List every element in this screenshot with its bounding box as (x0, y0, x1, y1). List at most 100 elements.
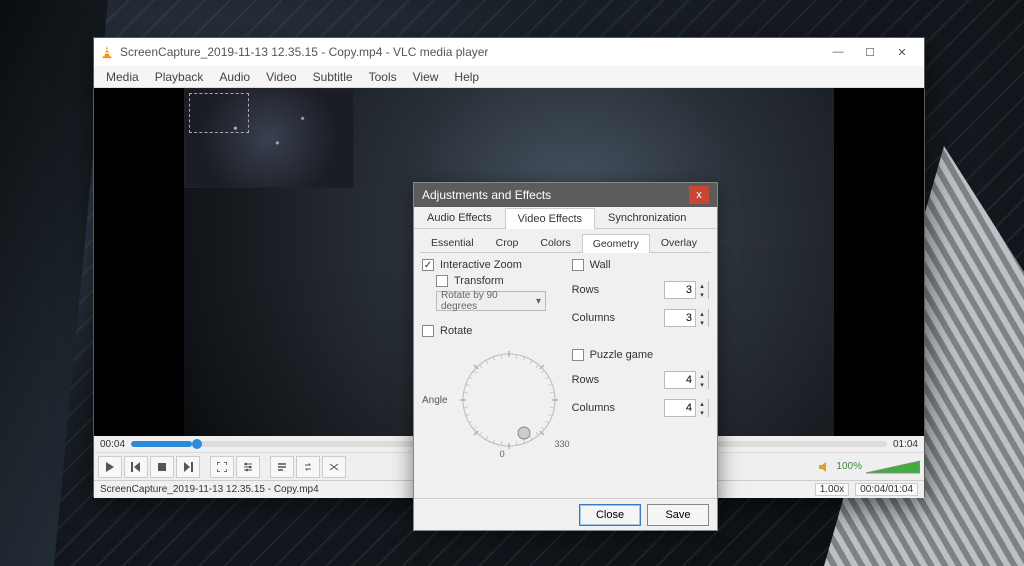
dialog-save-btn[interactable]: Save (647, 504, 709, 526)
subtab-colors[interactable]: Colors (529, 233, 581, 252)
spinner-down-icon[interactable]: ▾ (696, 380, 708, 389)
tab-synchronization[interactable]: Synchronization (595, 207, 699, 228)
angle-dial[interactable]: 0 330 (454, 345, 564, 455)
playlist-button[interactable] (270, 456, 294, 478)
sliders-icon (243, 462, 253, 472)
menu-view[interactable]: View (405, 68, 447, 86)
puzzle-columns-input[interactable] (665, 402, 695, 414)
angle-label: Angle (422, 395, 448, 406)
video-effects-subtabs: Essential Crop Colors Geometry Overlay A… (420, 233, 711, 253)
transform-label: Transform (454, 275, 504, 287)
subtab-crop[interactable]: Crop (485, 233, 530, 252)
interactive-zoom-checkbox[interactable]: ✓ Interactive Zoom (422, 259, 564, 271)
wall-rows-input[interactable] (665, 284, 695, 296)
subtab-overlay[interactable]: Overlay (650, 233, 708, 252)
checkbox-checked-icon: ✓ (422, 259, 434, 271)
loop-button[interactable] (296, 456, 320, 478)
window-title: ScreenCapture_2019-11-13 12.35.15 - Copy… (120, 45, 822, 59)
next-button[interactable] (176, 456, 200, 478)
fullscreen-icon (217, 462, 227, 472)
subtab-essential[interactable]: Essential (420, 233, 485, 252)
spinner-down-icon[interactable]: ▾ (696, 290, 708, 299)
puzzle-columns-label: Columns (572, 402, 615, 414)
puzzle-rows-spinner[interactable]: ▴▾ (664, 371, 709, 389)
spinner-down-icon[interactable]: ▾ (696, 408, 708, 417)
checkbox-empty-icon (436, 275, 448, 287)
menu-audio[interactable]: Audio (211, 68, 258, 86)
vlc-cone-icon (100, 45, 114, 59)
menu-media[interactable]: Media (98, 68, 147, 86)
fullscreen-button[interactable] (210, 456, 234, 478)
time-total[interactable]: 01:04 (893, 439, 918, 450)
spinner-up-icon[interactable]: ▴ (696, 281, 708, 290)
wall-rows-label: Rows (572, 284, 600, 296)
play-icon (105, 462, 115, 472)
adjustments-effects-dialog: Adjustments and Effects x Audio Effects … (413, 182, 718, 531)
dialog-body: ✓ Interactive Zoom Transform Rotate by 9… (414, 253, 717, 511)
puzzle-game-checkbox[interactable]: Puzzle game (572, 349, 709, 361)
chevron-down-icon: ▾ (536, 296, 541, 307)
puzzle-rows-input[interactable] (665, 374, 695, 386)
time-elapsed[interactable]: 00:04 (100, 439, 125, 450)
spinner-down-icon[interactable]: ▾ (696, 318, 708, 327)
geometry-right-column: Wall Rows ▴▾ Columns ▴▾ (572, 259, 709, 505)
next-icon (183, 462, 193, 472)
wall-rows-spinner[interactable]: ▴▾ (664, 281, 709, 299)
shuffle-icon (329, 462, 339, 472)
tab-video-effects[interactable]: Video Effects (505, 208, 595, 229)
transform-combo-value: Rotate by 90 degrees (441, 290, 536, 312)
previous-button[interactable] (124, 456, 148, 478)
shuffle-button[interactable] (322, 456, 346, 478)
rotate-checkbox[interactable]: Rotate (422, 325, 564, 337)
tab-audio-effects[interactable]: Audio Effects (414, 207, 505, 228)
menu-tools[interactable]: Tools (361, 68, 405, 86)
spinner-up-icon[interactable]: ▴ (696, 309, 708, 318)
dialog-title: Adjustments and Effects (422, 188, 551, 202)
subtab-advanced[interactable]: Advanced (708, 233, 777, 252)
volume-slider[interactable] (866, 459, 920, 475)
play-button[interactable] (98, 456, 122, 478)
subtab-geometry[interactable]: Geometry (582, 234, 650, 253)
status-filename: ScreenCapture_2019-11-13 12.35.15 - Copy… (100, 484, 319, 495)
titlebar[interactable]: ScreenCapture_2019-11-13 12.35.15 - Copy… (94, 38, 924, 66)
dialog-main-tabs: Audio Effects Video Effects Synchronizat… (414, 207, 717, 229)
spinner-up-icon[interactable]: ▴ (696, 371, 708, 380)
menu-playback[interactable]: Playback (147, 68, 212, 86)
zoom-selection-box[interactable] (189, 93, 249, 133)
dialog-close-btn[interactable]: Close (579, 504, 641, 526)
spinner-up-icon[interactable]: ▴ (696, 399, 708, 408)
close-window-button[interactable]: ✕ (886, 38, 918, 66)
volume-percent: 100% (836, 461, 862, 472)
checkbox-empty-icon (572, 259, 584, 271)
interactive-zoom-label: Interactive Zoom (440, 259, 522, 271)
menu-subtitle[interactable]: Subtitle (305, 68, 361, 86)
geometry-left-column: ✓ Interactive Zoom Transform Rotate by 9… (422, 259, 564, 505)
wall-columns-input[interactable] (665, 312, 695, 324)
rotate-label: Rotate (440, 325, 472, 337)
menubar: Media Playback Audio Video Subtitle Tool… (94, 66, 924, 88)
dialog-titlebar[interactable]: Adjustments and Effects x (414, 183, 717, 207)
dial-knob-icon[interactable] (518, 427, 530, 439)
wall-columns-spinner[interactable]: ▴▾ (664, 309, 709, 327)
angle-tick-0: 0 (500, 449, 505, 459)
wall-checkbox[interactable]: Wall (572, 259, 709, 271)
extended-settings-button[interactable] (236, 456, 260, 478)
wall-label: Wall (590, 259, 611, 271)
transform-combo[interactable]: Rotate by 90 degrees ▾ (436, 291, 546, 311)
angle-tick-330: 330 (555, 439, 570, 449)
dialog-close-button[interactable]: x (689, 186, 709, 204)
puzzle-columns-spinner[interactable]: ▴▾ (664, 399, 709, 417)
playlist-icon (277, 462, 287, 472)
playback-speed[interactable]: 1.00x (815, 483, 849, 496)
minimize-button[interactable]: — (822, 38, 854, 66)
transform-checkbox[interactable]: Transform (436, 275, 564, 287)
seek-knob[interactable] (192, 439, 202, 449)
status-time: 00:04/01:04 (855, 483, 918, 496)
menu-help[interactable]: Help (446, 68, 487, 86)
stop-button[interactable] (150, 456, 174, 478)
maximize-button[interactable]: ☐ (854, 38, 886, 66)
speaker-icon[interactable] (818, 461, 832, 473)
dialog-footer: Close Save (414, 498, 717, 530)
interactive-zoom-overview[interactable] (184, 88, 354, 188)
menu-video[interactable]: Video (258, 68, 304, 86)
